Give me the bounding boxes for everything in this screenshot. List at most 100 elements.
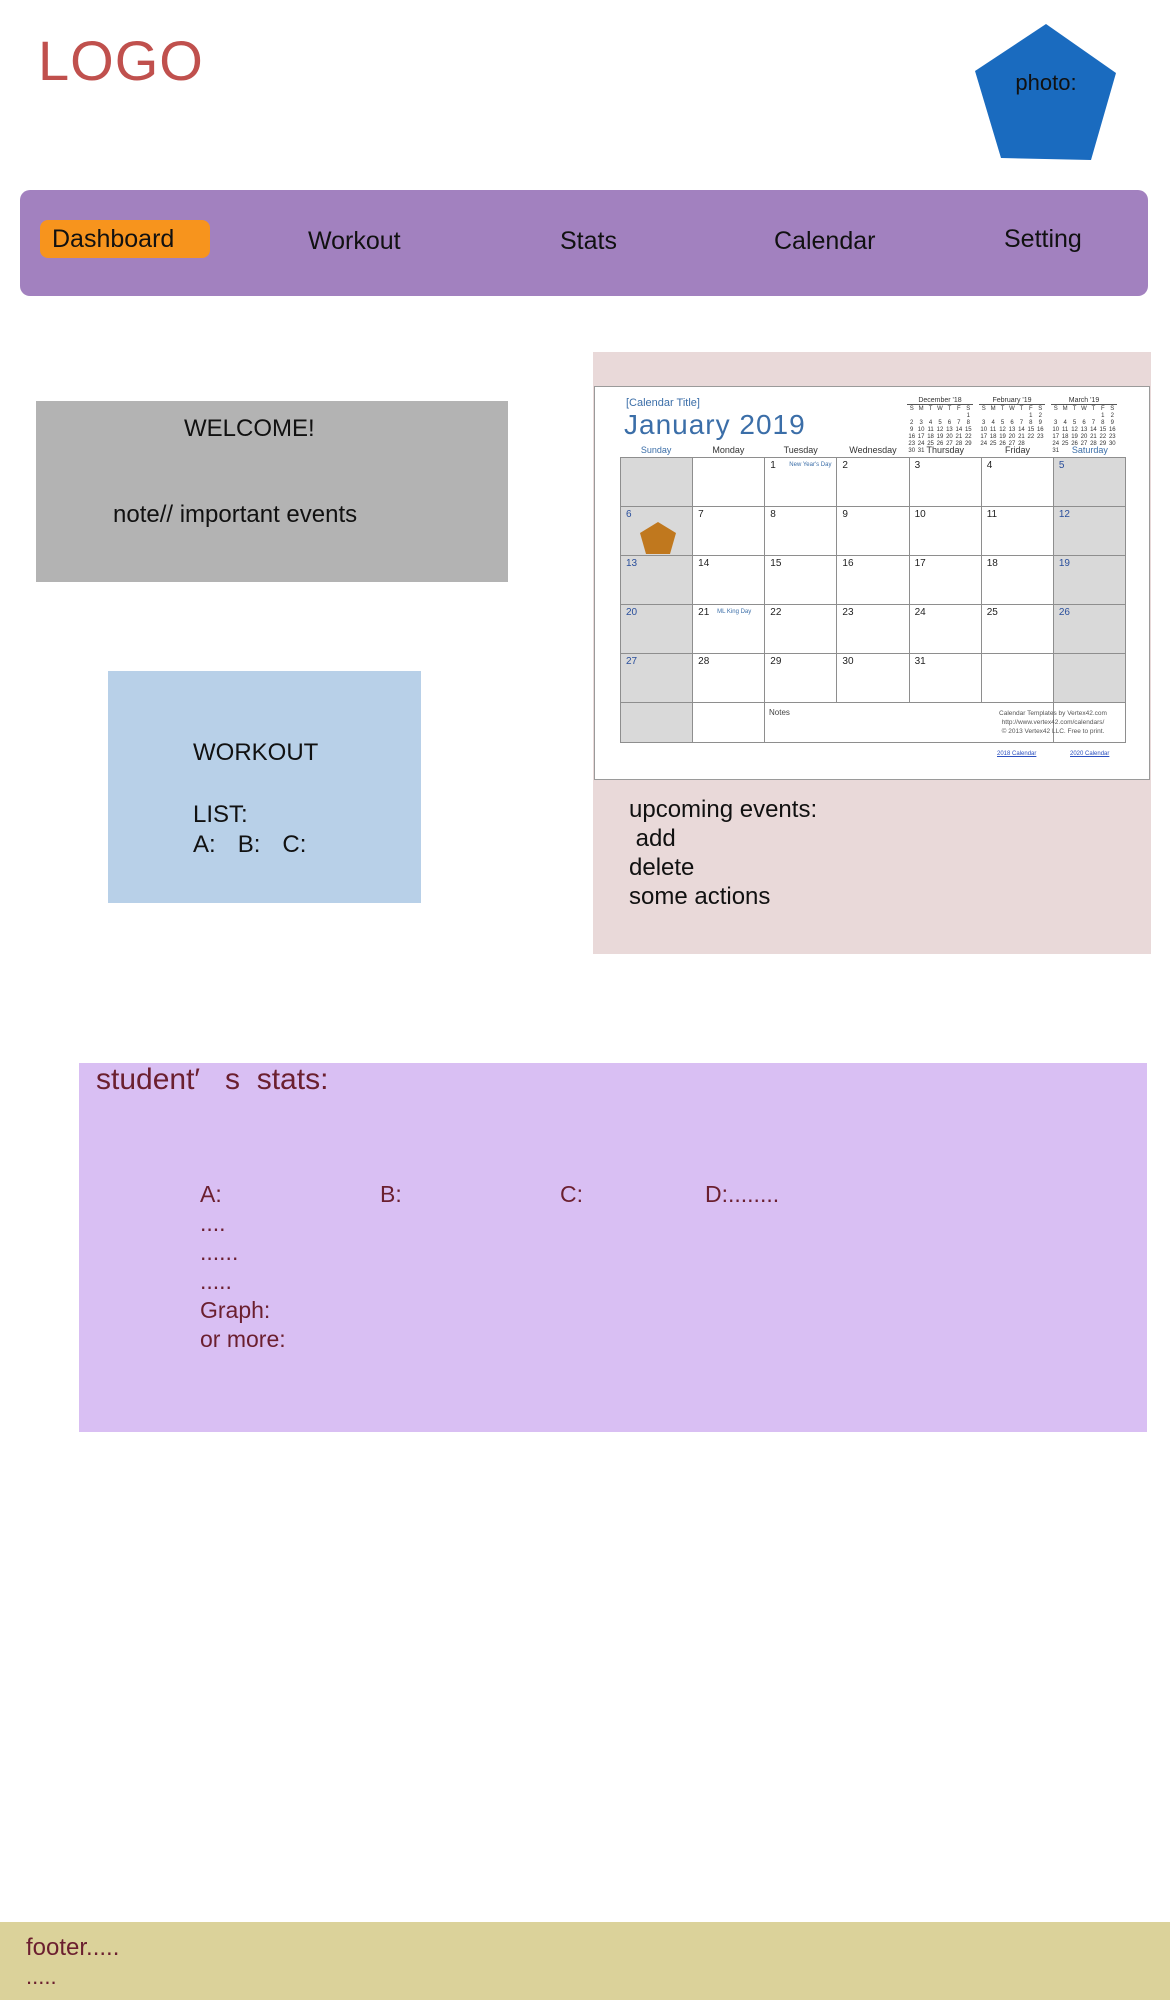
calendar-day-cell[interactable]: 28 <box>693 654 766 703</box>
stats-graph-label[interactable]: Graph: <box>200 1296 286 1325</box>
more-actions[interactable]: some actions <box>629 882 817 911</box>
calendar-day-cell[interactable]: 3 <box>909 458 982 507</box>
important-events-note[interactable]: note// important events <box>113 501 357 529</box>
calendar-day-cell[interactable]: 4 <box>981 458 1054 507</box>
mini-day: S <box>909 406 914 412</box>
calendar-day-cell[interactable]: 14 <box>693 556 766 605</box>
stats-title: student′ s stats: <box>96 1063 329 1096</box>
calendar-day-cell[interactable]: 11 <box>981 507 1054 556</box>
footer-line: footer..... <box>26 1934 120 1961</box>
calendar-day-cell[interactable]: 27 <box>621 654 694 703</box>
calendar-day-cell[interactable]: 31 <box>909 654 982 703</box>
calendar-day-cell[interactable]: 30 <box>837 654 910 703</box>
add-event-action[interactable]: add <box>629 824 817 853</box>
mini-day: 14 <box>1018 427 1025 433</box>
calendar-day-cell[interactable]: 5 <box>1053 458 1126 507</box>
mini-day: 18 <box>927 434 934 440</box>
logo[interactable]: LOGO <box>38 28 204 93</box>
mini-day: 3 <box>1054 420 1058 426</box>
photo-label: photo: <box>1015 70 1077 95</box>
credit-line: http://www.vertex42.com/calendars/ <box>1001 719 1105 726</box>
workout-item[interactable]: C: <box>282 831 306 859</box>
day-header: Saturday <box>1071 445 1108 455</box>
mini-day: 20 <box>1008 434 1016 440</box>
calendar-day-cell[interactable]: 10 <box>909 507 982 556</box>
workout-item[interactable]: A: <box>193 831 216 859</box>
calendar-day-cell[interactable]: 20 <box>621 605 694 654</box>
calendar-day-cell[interactable] <box>693 458 766 507</box>
day-number: 14 <box>698 558 710 569</box>
calendar-day-cell[interactable]: 22 <box>765 605 838 654</box>
mini-day: 5 <box>1072 420 1077 426</box>
mini-day: 11 <box>927 427 934 433</box>
calendar-day-cell[interactable]: 23 <box>837 605 910 654</box>
nav-workout[interactable]: Workout <box>308 224 401 258</box>
day-number: 5 <box>1058 460 1065 471</box>
stats-more-label[interactable]: or more: <box>200 1325 286 1354</box>
mini-day: 9 <box>910 427 914 433</box>
nav-dashboard[interactable]: Dashboard <box>40 220 210 258</box>
mini-day: 8 <box>1029 420 1033 426</box>
calendar-day-cell[interactable]: 25 <box>981 605 1054 654</box>
mini-day: T <box>1072 406 1077 412</box>
calendar-link-2020[interactable]: 2020 Calendar <box>1070 751 1109 757</box>
workout-item[interactable]: B: <box>238 831 261 859</box>
day-number: 12 <box>1058 509 1070 520</box>
workout-card[interactable]: WORKOUT LIST: A: B: C: <box>108 671 421 903</box>
calendar-day-cell[interactable]: 29 <box>765 654 838 703</box>
nav-setting[interactable]: Setting <box>1004 222 1082 256</box>
day-number: 15 <box>770 558 782 569</box>
calendar-day-cell[interactable]: 16 <box>837 556 910 605</box>
mini-day: 10 <box>980 427 988 433</box>
mini-day <box>1079 413 1088 420</box>
calendar-day-cell[interactable]: 21 ML King Day <box>693 605 766 654</box>
day-number: 3 <box>914 460 921 471</box>
event-marker-icon[interactable] <box>639 521 677 555</box>
calendar-day-headers: Sunday Monday Tuesday Wednesday Thursday Frid… <box>620 445 1126 457</box>
stat-label-a: A: <box>200 1181 222 1207</box>
calendar-day-cell[interactable] <box>981 654 1054 703</box>
mini-day: 6 <box>1082 420 1086 426</box>
mini-day: 17 <box>917 434 925 440</box>
day-number: 24 <box>914 607 926 618</box>
calendar-day-cell[interactable] <box>1053 654 1126 703</box>
mini-day: 21 <box>955 434 963 440</box>
mini-day: 7 <box>1091 420 1096 426</box>
mini-day: 13 <box>946 427 953 433</box>
day-event-label: ML King Day <box>717 609 752 615</box>
calendar-day-cell[interactable]: 17 <box>909 556 982 605</box>
day-header: Sunday <box>640 445 672 455</box>
calendar-day-cell[interactable]: 12 <box>1053 507 1126 556</box>
calendar-day-cell[interactable]: 9 <box>837 507 910 556</box>
calendar-day-cell[interactable]: 24 <box>909 605 982 654</box>
mini-day <box>1051 413 1060 420</box>
stat-label-b: B: <box>380 1181 402 1207</box>
calendar-link-2018[interactable]: 2018 Calendar <box>997 751 1036 757</box>
footer-line: ..... <box>26 1964 57 1989</box>
mini-day: M <box>918 406 924 412</box>
nav-stats[interactable]: Stats <box>560 224 617 258</box>
mini-day: F <box>1101 406 1105 412</box>
calendar-day-cell[interactable]: 8 <box>765 507 838 556</box>
mini-day: 16 <box>1036 427 1044 433</box>
day-number: 22 <box>770 607 782 618</box>
calendar-day-cell[interactable]: 2 <box>837 458 910 507</box>
calendar-day-cell[interactable]: 19 <box>1053 556 1126 605</box>
nav-calendar[interactable]: Calendar <box>774 224 875 258</box>
mini-day <box>907 413 916 420</box>
day-event-label: New Year's Day <box>789 462 832 468</box>
calendar-day-cell[interactable]: 15 <box>765 556 838 605</box>
calendar-day-cell[interactable]: 18 <box>981 556 1054 605</box>
calendar-day-cell[interactable]: 7 <box>693 507 766 556</box>
delete-event-action[interactable]: delete <box>629 853 817 882</box>
day-number: 11 <box>986 509 998 520</box>
mini-day: 4 <box>991 420 995 426</box>
day-number: 16 <box>842 558 854 569</box>
mini-day: 16 <box>908 434 916 440</box>
mini-day: 8 <box>966 420 970 426</box>
calendar-day-cell[interactable]: 1 New Year's Day <box>765 458 838 507</box>
calendar-day-cell[interactable] <box>621 458 694 507</box>
calendar-day-cell[interactable]: 13 <box>621 556 694 605</box>
workout-title: WORKOUT <box>193 739 319 766</box>
calendar-day-cell[interactable]: 26 <box>1053 605 1126 654</box>
